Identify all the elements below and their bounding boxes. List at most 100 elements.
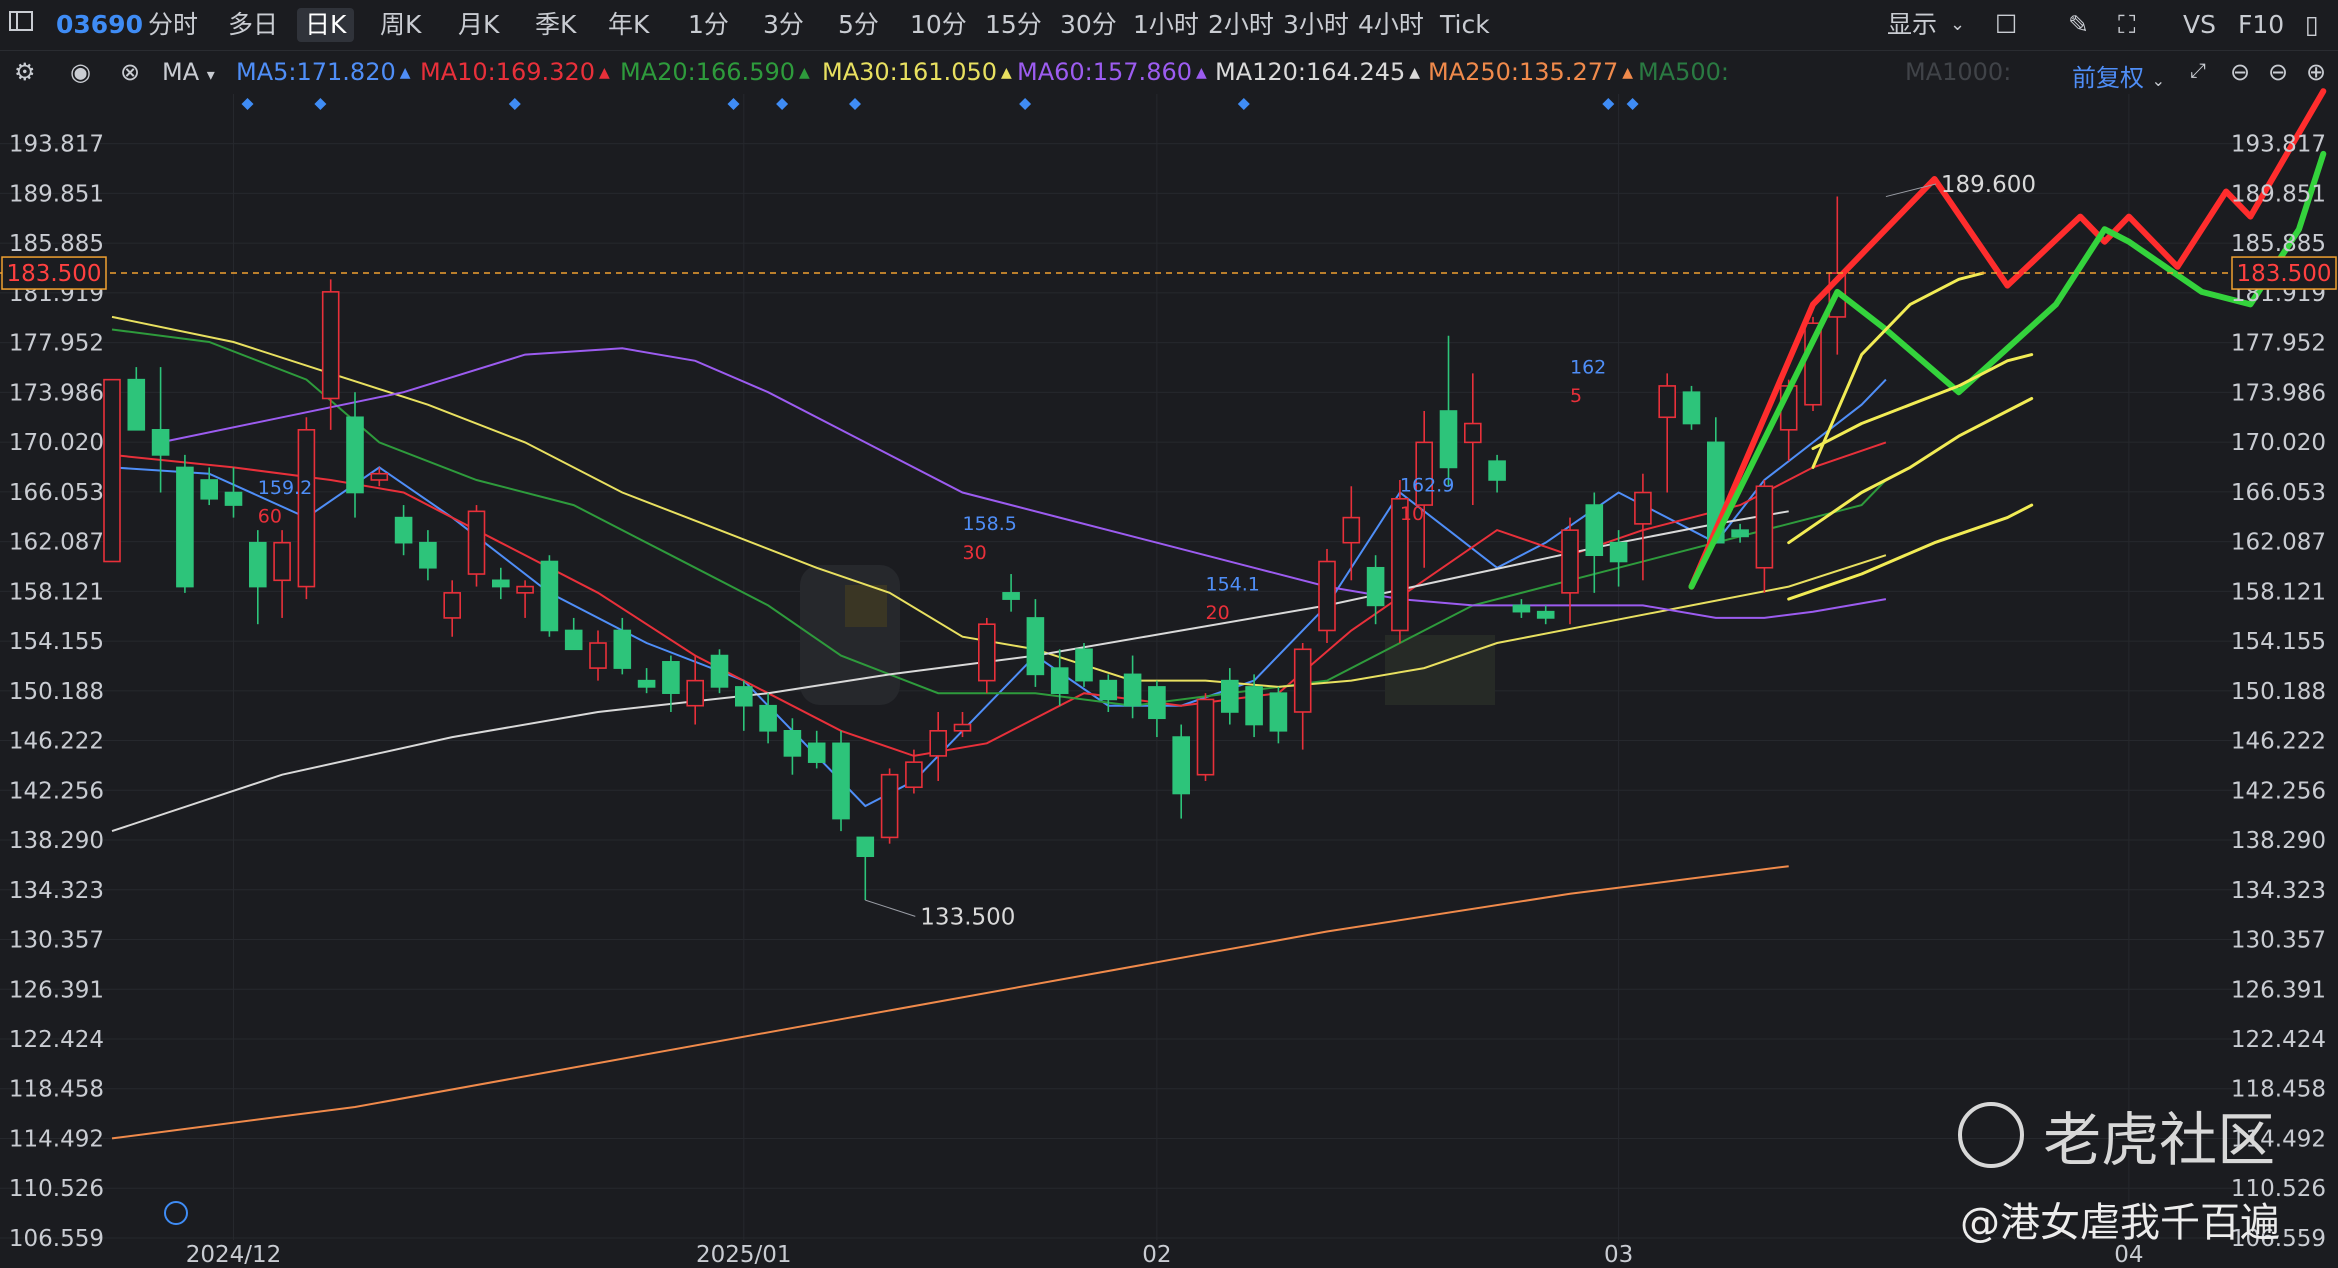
candle-body bbox=[273, 541, 291, 582]
candle-body bbox=[783, 729, 802, 757]
candle-body bbox=[224, 491, 243, 506]
candle bbox=[710, 649, 729, 694]
candle-body bbox=[516, 585, 534, 594]
candle-body bbox=[953, 723, 972, 732]
candle bbox=[832, 730, 850, 832]
candle-body bbox=[103, 378, 121, 563]
candle-body bbox=[613, 629, 632, 669]
candle-body bbox=[807, 742, 826, 763]
min-price-label: 133.500 bbox=[920, 904, 1015, 930]
candle bbox=[1318, 548, 1336, 644]
y-tick-label-left: 177.952 bbox=[9, 331, 104, 357]
candle-body bbox=[856, 836, 875, 858]
candle-body bbox=[1585, 504, 1604, 557]
y-tick-label-left: 158.121 bbox=[9, 579, 104, 605]
y-tick-label-right: 134.323 bbox=[2231, 878, 2326, 904]
author-handle: @港女虐我千百遍 bbox=[1960, 1200, 2280, 1246]
candle-body bbox=[564, 629, 583, 651]
y-tick-label-left: 154.155 bbox=[9, 629, 104, 655]
ma-crossover-annotation: 162 bbox=[1570, 356, 1606, 378]
candle-body bbox=[589, 642, 607, 669]
ma-crossover-annotation: 162.9 bbox=[1400, 474, 1454, 496]
candle bbox=[540, 555, 559, 637]
ma-crossover-annotation: 30 bbox=[963, 542, 987, 564]
candle-body bbox=[734, 686, 753, 707]
y-tick-label-left: 106.559 bbox=[9, 1226, 104, 1252]
candle-body bbox=[467, 510, 486, 575]
candle-body bbox=[419, 541, 437, 569]
candle-body bbox=[1682, 391, 1701, 425]
y-tick-label-right: 185.885 bbox=[2231, 231, 2326, 257]
y-tick-label-right: 189.851 bbox=[2231, 181, 2326, 207]
x-tick-label: 02 bbox=[1142, 1242, 1171, 1268]
y-tick-label-left: 189.851 bbox=[9, 181, 104, 207]
x-tick-label: 03 bbox=[1604, 1242, 1633, 1268]
y-tick-label-left: 162.087 bbox=[9, 530, 104, 556]
ma-crossover-annotation: 154.1 bbox=[1206, 573, 1260, 595]
ma-crossover-annotation: 60 bbox=[258, 506, 282, 528]
candle-body bbox=[297, 429, 316, 588]
y-tick-label-left: 146.222 bbox=[9, 729, 104, 755]
candle-body bbox=[1026, 617, 1045, 676]
y-tick-label-left: 173.986 bbox=[9, 380, 104, 406]
x-tick-label: 2025/01 bbox=[696, 1242, 792, 1268]
candle-body bbox=[1464, 422, 1482, 444]
y-tick-label-left: 110.526 bbox=[9, 1176, 104, 1202]
candle-body bbox=[1172, 736, 1190, 795]
brand-watermark: 老虎社区 bbox=[1958, 1093, 2275, 1177]
candle bbox=[880, 768, 899, 844]
candle-body bbox=[1512, 604, 1531, 613]
candle-body bbox=[1342, 516, 1361, 544]
candle-body bbox=[1318, 560, 1336, 632]
candle-body bbox=[1099, 679, 1118, 701]
y-tick-label-right: 122.424 bbox=[2231, 1027, 2326, 1053]
candle-body bbox=[1269, 692, 1288, 732]
candle bbox=[103, 378, 121, 563]
candle-body bbox=[1731, 529, 1749, 538]
candle-body bbox=[1366, 566, 1385, 607]
y-tick-label-left: 114.492 bbox=[9, 1126, 104, 1152]
ma-crossover-annotation: 10 bbox=[1400, 503, 1424, 525]
candle-body bbox=[1123, 673, 1142, 707]
candle-body bbox=[759, 704, 777, 732]
candle bbox=[1682, 385, 1701, 430]
candle-body bbox=[443, 592, 462, 619]
candlestick-chart[interactable]: 159.2 60 158.5 30 154.1 20 162.9 10 162 5 193.817… bbox=[0, 0, 2338, 1268]
candle-body bbox=[1634, 491, 1652, 525]
y-tick-label-right: 173.986 bbox=[2231, 380, 2326, 406]
y-tick-label-left: 142.256 bbox=[9, 778, 104, 804]
y-tick-label-left: 185.885 bbox=[9, 231, 104, 257]
candle-body bbox=[176, 466, 194, 588]
ma-crossover-annotation: 158.5 bbox=[963, 513, 1017, 535]
y-tick-label-left: 150.188 bbox=[9, 679, 104, 705]
candle bbox=[1196, 693, 1215, 781]
candle-body bbox=[929, 729, 948, 757]
candle-body bbox=[394, 516, 413, 544]
candle-body bbox=[662, 661, 680, 694]
candle bbox=[176, 454, 194, 593]
candle bbox=[1075, 643, 1093, 687]
candle-body bbox=[1245, 686, 1263, 726]
candle-body bbox=[1293, 648, 1312, 713]
y-tick-label-right: 150.188 bbox=[2231, 679, 2326, 705]
candle-body bbox=[1075, 648, 1093, 682]
candle-body bbox=[1561, 529, 1579, 594]
y-tick-label-right: 154.155 bbox=[2231, 629, 2326, 655]
y-tick-label-right: 166.053 bbox=[2231, 480, 2326, 506]
ma-crossover-annotation: 5 bbox=[1570, 385, 1582, 407]
current-price-label-left: 183.500 bbox=[6, 261, 101, 287]
y-tick-label-right: 170.020 bbox=[2231, 430, 2326, 456]
y-tick-label-right: 193.817 bbox=[2231, 132, 2326, 158]
y-tick-label-left: 126.391 bbox=[9, 977, 104, 1003]
current-price-label-right: 183.500 bbox=[2236, 261, 2331, 287]
candle bbox=[297, 417, 316, 600]
brand-text: 老虎社区 bbox=[2043, 1106, 2276, 1174]
tiger-logo-icon bbox=[1958, 1102, 2024, 1168]
y-tick-label-right: 177.952 bbox=[2231, 331, 2326, 357]
y-tick-label-left: 134.323 bbox=[9, 878, 104, 904]
max-price-label: 189.600 bbox=[1941, 172, 2036, 198]
y-tick-label-left: 138.290 bbox=[9, 828, 104, 854]
y-tick-label-left: 166.053 bbox=[9, 480, 104, 506]
candle-body bbox=[540, 560, 559, 632]
candle-body bbox=[880, 773, 899, 839]
